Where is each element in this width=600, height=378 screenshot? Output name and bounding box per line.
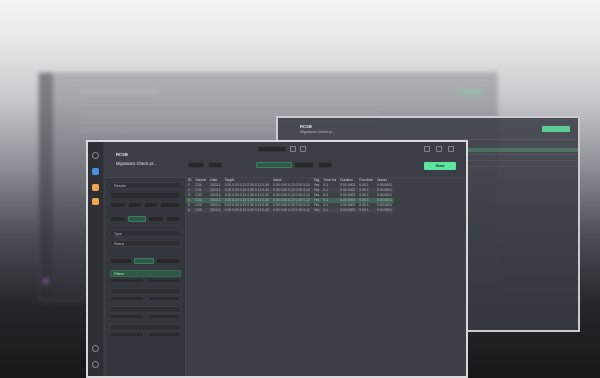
- secondary-window-title: RCSB: [300, 124, 312, 129]
- workspace-select[interactable]: [258, 146, 286, 152]
- background-window-button: [457, 89, 483, 95]
- filter-chip-active[interactable]: [128, 216, 146, 222]
- filter-chip-3[interactable]: [144, 202, 158, 208]
- table-cell: C03: [193, 208, 208, 213]
- section-results-label: Results: [114, 184, 126, 188]
- results-table: ID Source Date Target Value Tag Time ms Duratio…: [186, 178, 394, 213]
- min-stepper[interactable]: [110, 278, 144, 283]
- menu-icon[interactable]: [92, 152, 99, 159]
- table-cell: 0.1: [321, 208, 338, 213]
- filter-group-2[interactable]: [110, 306, 181, 313]
- background-window-title: [79, 89, 159, 95]
- toolbar-icon-1[interactable]: [424, 146, 430, 152]
- database-icon[interactable]: [92, 168, 99, 175]
- app-title: RCSB: [116, 152, 128, 157]
- toolbar-icon-2[interactable]: [436, 146, 442, 152]
- table-cell: 2023-1: [210, 208, 221, 212]
- table-cell: Yes: [313, 208, 320, 212]
- max-stepper[interactable]: [148, 278, 180, 283]
- secondary-window-header: RCSB Migrations Check pr...: [278, 118, 578, 140]
- user-icon[interactable]: [92, 361, 99, 368]
- nav-rail: [88, 142, 104, 376]
- results-panel: ID Source Date Target Value Tag Time ms Duratio…: [186, 178, 466, 376]
- filter-chip-7[interactable]: [166, 216, 180, 222]
- min-stepper-3[interactable]: [110, 314, 144, 319]
- max-stepper-4[interactable]: [148, 332, 180, 337]
- env-chip[interactable]: [208, 162, 222, 168]
- filter-chip-2[interactable]: [128, 202, 142, 208]
- secondary-selected-row: [468, 148, 578, 152]
- secondary-window-subtitle: Migrations Check pr...: [300, 130, 335, 134]
- section-filters-label: Filters: [114, 272, 124, 276]
- secondary-window-start-button[interactable]: [542, 126, 570, 132]
- filter-group-1[interactable]: [110, 288, 181, 295]
- share-icon[interactable]: [290, 146, 296, 152]
- table-cell: 0.00.0002: [340, 208, 356, 212]
- start-button[interactable]: Start: [424, 162, 456, 170]
- status-chip[interactable]: [188, 162, 204, 168]
- filter-input[interactable]: [110, 192, 180, 199]
- table-cell: 0.00.1: [357, 208, 375, 213]
- filter-sidebar: Results Type Status Filters: [106, 178, 186, 376]
- section-results[interactable]: Results: [110, 182, 181, 189]
- max-stepper-3[interactable]: [148, 314, 180, 319]
- section-status-label: Status: [114, 242, 125, 246]
- table-cell: 0.00.0001: [376, 208, 392, 212]
- tab-third[interactable]: [318, 162, 332, 168]
- min-stepper-4[interactable]: [110, 332, 144, 337]
- table-cell: 6: [186, 208, 193, 213]
- section-type[interactable]: Type: [110, 230, 181, 237]
- background-window-sidebar: [39, 73, 53, 301]
- filter-group-3[interactable]: [110, 324, 181, 331]
- file-icon[interactable]: [92, 198, 99, 205]
- top-bar: RCSB Migrations Check pr... Start: [104, 142, 466, 178]
- filter-chip-1[interactable]: [110, 202, 126, 208]
- range-chip-1[interactable]: [110, 258, 132, 264]
- tab-secondary[interactable]: [294, 162, 314, 168]
- app-subtitle: Migrations Check pr...: [116, 161, 157, 166]
- filter-chip-5[interactable]: [110, 216, 126, 222]
- table-cell: 0.00 0.00 0.22 0.20 0.12: [273, 208, 310, 212]
- table-cell: 0.20 0.20 0.21 0.30 0.12 0.30: [224, 208, 270, 212]
- range-chip-2[interactable]: [156, 258, 180, 264]
- main-window[interactable]: RCSB Migrations Check pr... Start Result…: [86, 140, 468, 378]
- section-status[interactable]: Status: [110, 240, 181, 247]
- max-stepper-2[interactable]: [148, 296, 180, 301]
- tab-active[interactable]: [256, 162, 292, 168]
- settings-icon[interactable]: [92, 345, 99, 352]
- filter-chip-4[interactable]: [160, 202, 180, 208]
- table-row[interactable]: 6 C03 2023-1 0.20 0.20 0.21 0.30 0.12 0.30 0…: [186, 208, 394, 213]
- info-icon[interactable]: [300, 146, 306, 152]
- background-window-icon: [43, 278, 49, 284]
- filter-chip-6[interactable]: [148, 216, 164, 222]
- min-stepper-2[interactable]: [110, 296, 144, 301]
- range-chip-active[interactable]: [134, 258, 154, 264]
- section-filters[interactable]: Filters: [110, 270, 181, 277]
- folder-icon[interactable]: [92, 184, 99, 191]
- section-type-label: Type: [114, 232, 122, 236]
- toolbar-icon-3[interactable]: [448, 146, 454, 152]
